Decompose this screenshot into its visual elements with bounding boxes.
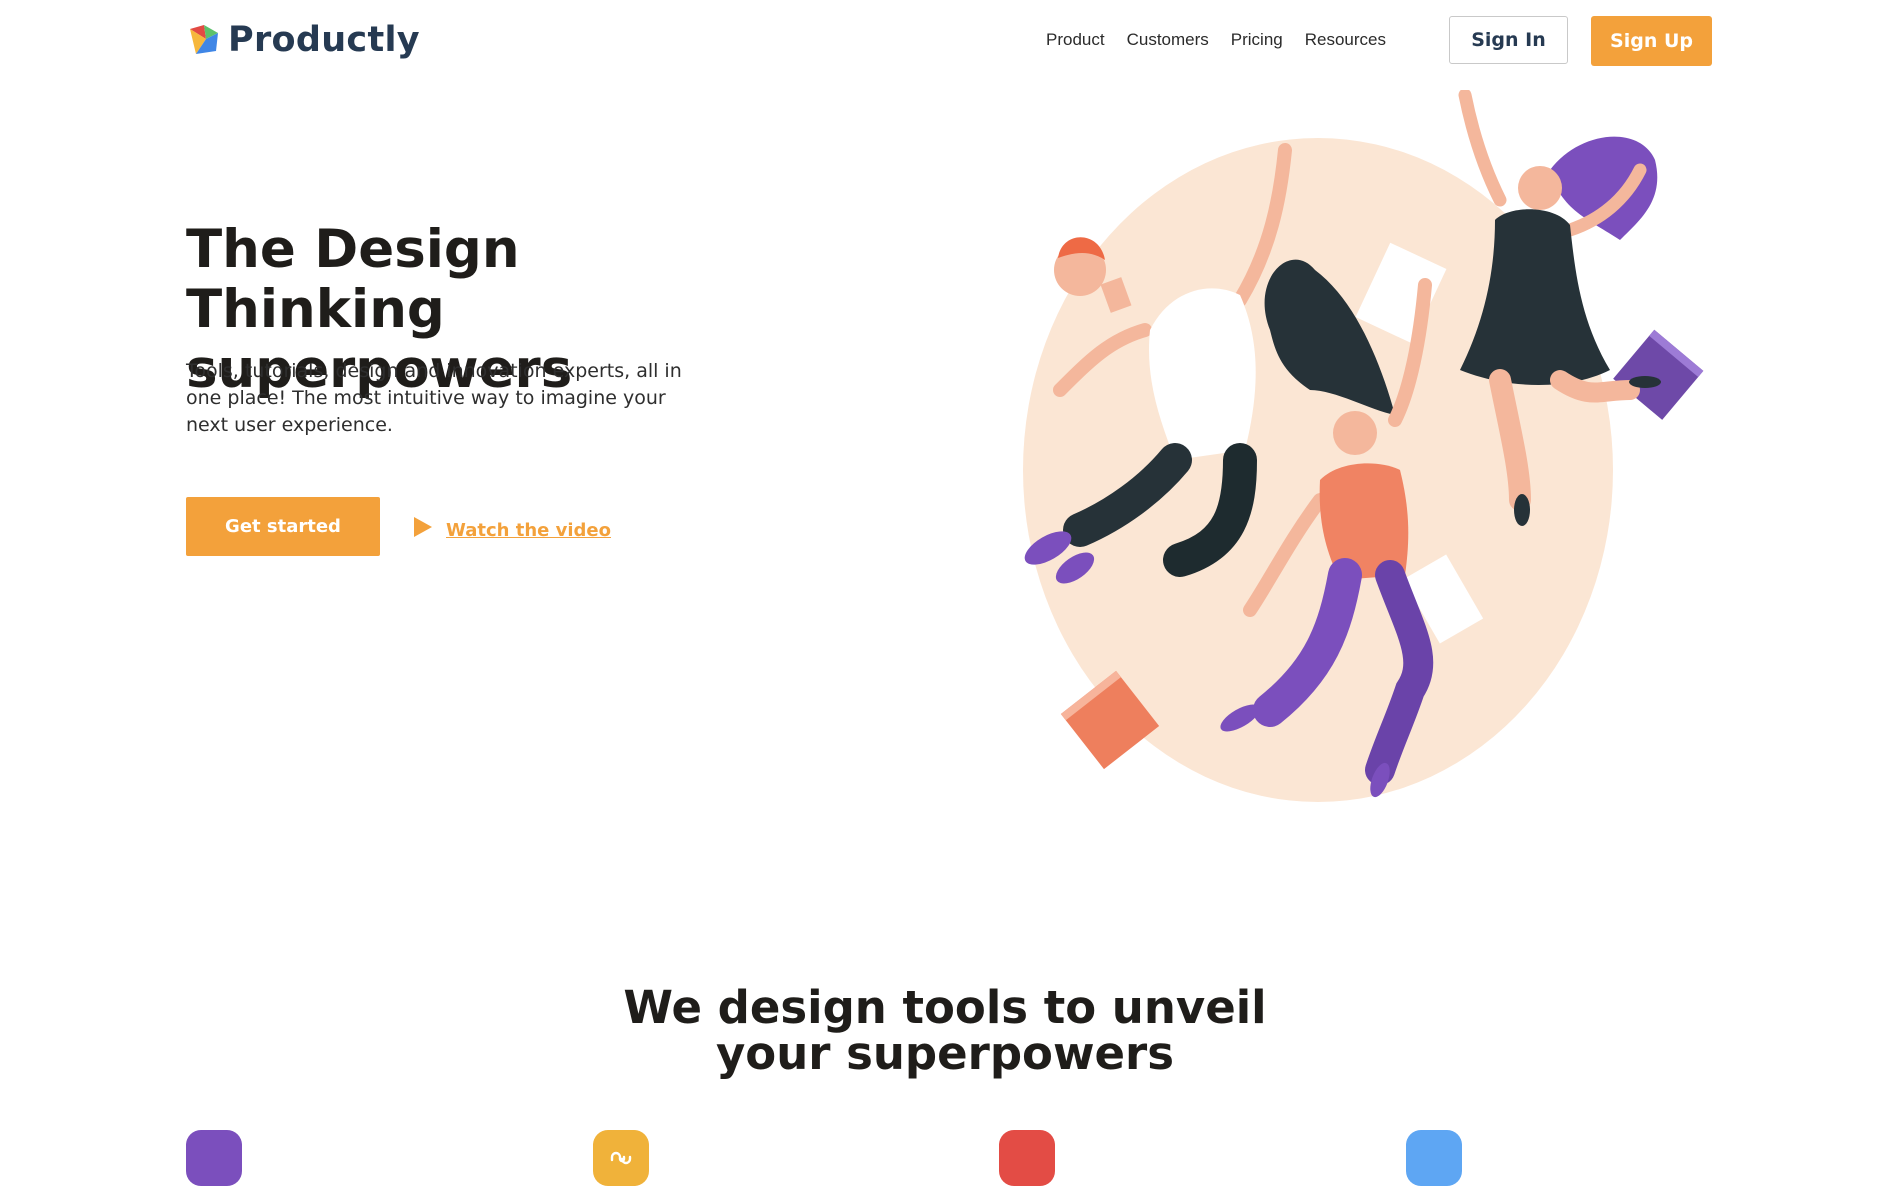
- hero-title-line-1: The Design Thinking: [186, 219, 520, 340]
- get-started-button[interactable]: Get started: [186, 497, 380, 556]
- hero-description: Tools, tutorials, design and innovation …: [186, 360, 682, 436]
- nav-resources[interactable]: Resources: [1305, 30, 1386, 50]
- play-icon: [414, 516, 432, 537]
- nav-product[interactable]: Product: [1046, 30, 1105, 50]
- features-title: We design tools to unveil your superpowe…: [0, 985, 1890, 1077]
- yellow-feature-icon: [593, 1130, 649, 1186]
- productly-logo-icon: [190, 25, 218, 54]
- brand-name: Productly: [228, 20, 420, 60]
- sign-in-button[interactable]: Sign In: [1449, 16, 1568, 64]
- features-title-line-2: your superpowers: [715, 1027, 1175, 1080]
- main-nav: Product Customers Pricing Resources: [1046, 30, 1386, 50]
- purple-feature-icon: [186, 1130, 242, 1186]
- nav-pricing[interactable]: Pricing: [1231, 30, 1283, 50]
- brand-logo[interactable]: Productly: [186, 20, 420, 60]
- hero-illustration: [1023, 90, 1704, 802]
- purple-book: [1613, 329, 1704, 420]
- blue-feature-icon: [1406, 1130, 1462, 1186]
- features-title-line-1: We design tools to unveil: [623, 981, 1267, 1034]
- watch-video-link[interactable]: Watch the video: [412, 512, 611, 541]
- sign-up-button[interactable]: Sign Up: [1591, 16, 1712, 66]
- stumbleupon-icon: [610, 1151, 632, 1165]
- watch-video-label: Watch the video: [446, 520, 611, 541]
- nav-customers[interactable]: Customers: [1127, 30, 1209, 50]
- red-feature-icon: [999, 1130, 1055, 1186]
